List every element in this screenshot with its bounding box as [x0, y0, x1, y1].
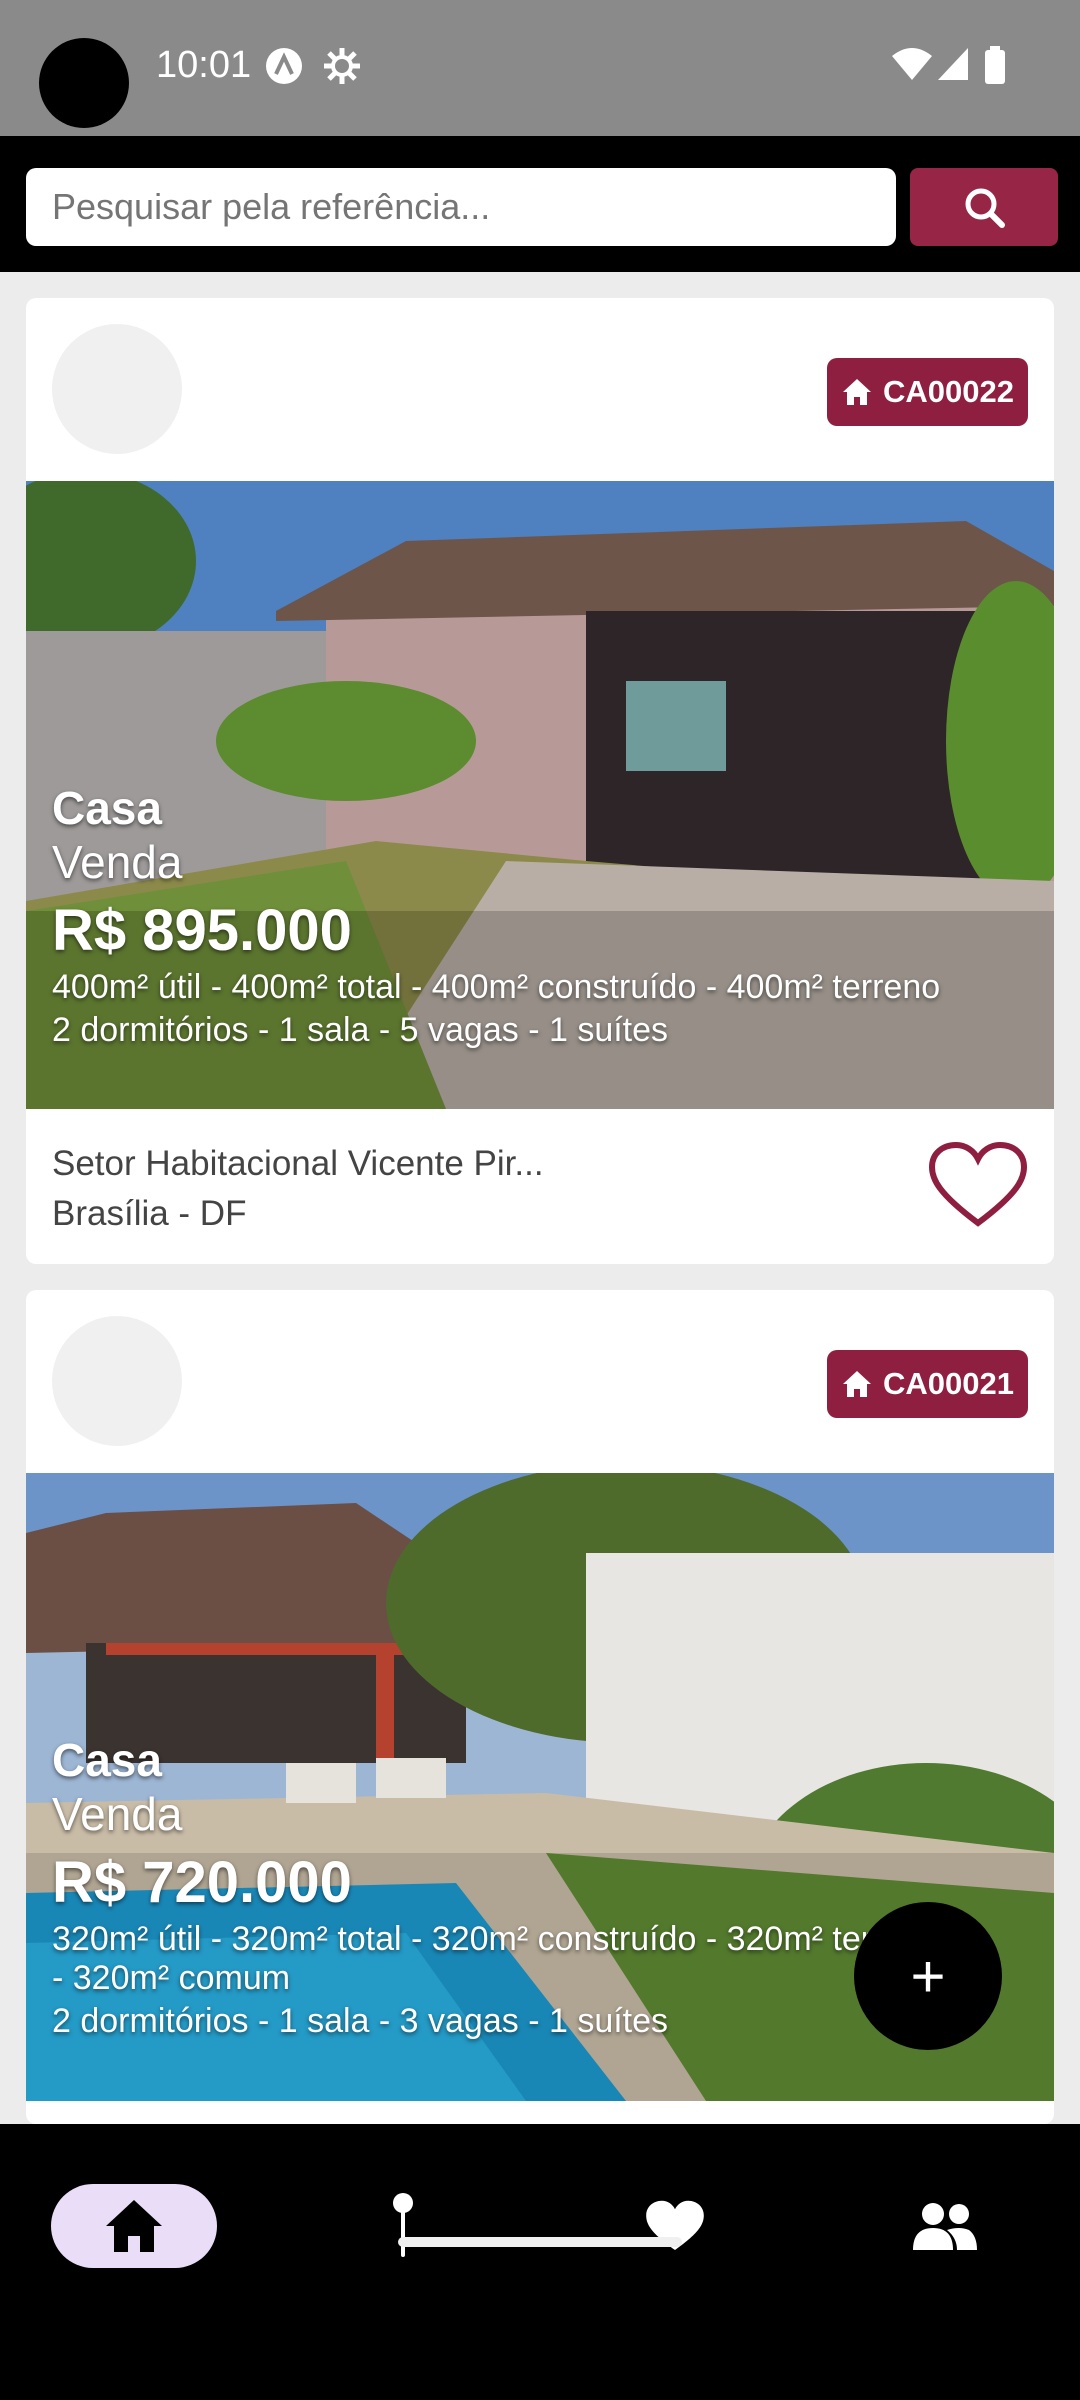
deal-type: Venda — [52, 1788, 183, 1840]
reference-badge: CA00021 — [827, 1350, 1028, 1418]
agency-avatar — [52, 324, 182, 454]
listing-info-overlay: Casa Venda R$ 720.000 320m² útil - 320m²… — [52, 1733, 940, 2041]
listing-photo[interactable]: Casa Venda R$ 895.000 400m² útil - 400m²… — [26, 481, 1054, 1109]
app-notification-icon — [266, 48, 302, 84]
area-details-continued: - 320m² comum — [52, 1959, 291, 1997]
listing-feed[interactable]: CA00022 Casa Venda R$ 895.000 400m² útil… — [0, 272, 1080, 2124]
home-icon — [843, 1371, 872, 1397]
people-icon — [913, 2203, 977, 2250]
favorite-heart-icon[interactable] — [928, 1141, 1028, 1229]
camera-cutout — [39, 38, 129, 128]
address-city: Brasília - DF — [52, 1194, 247, 1233]
deal-type: Venda — [52, 836, 183, 888]
wifi-icon — [892, 48, 932, 80]
battery-icon — [985, 46, 1005, 84]
property-type: Casa — [52, 1734, 162, 1786]
reference-badge: CA00022 — [827, 358, 1028, 426]
nav-item-users[interactable] — [862, 2184, 1028, 2268]
signal-icon — [938, 48, 968, 80]
add-button[interactable]: + — [854, 1902, 1002, 2050]
card-footer: Setor Habitacional Vicente Pir... Brasíl… — [26, 1109, 1054, 1264]
card-header: CA00021 — [26, 1290, 1054, 1473]
address-street: Setor Habitacional Vicente Pir... — [52, 1144, 544, 1183]
search-input[interactable] — [26, 168, 896, 246]
map-pin-icon — [393, 2193, 413, 2257]
status-time: 10:01 — [156, 44, 252, 86]
property-type: Casa — [52, 782, 162, 834]
home-indicator[interactable] — [398, 2237, 682, 2247]
card-header: CA00022 — [26, 298, 1054, 481]
add-label: + — [910, 1942, 946, 2010]
status-bar: 10:01 — [0, 0, 1080, 136]
price: R$ 895.000 — [52, 898, 352, 963]
bottom-navigation — [0, 2124, 1080, 2400]
home-icon — [843, 379, 872, 405]
agency-avatar — [52, 1316, 182, 1446]
nav-item-home[interactable] — [51, 2184, 217, 2268]
search-bar — [0, 136, 1080, 272]
area-details: 400m² útil - 400m² total - 400m² constru… — [52, 968, 941, 1006]
price: R$ 720.000 — [52, 1850, 352, 1915]
search-button[interactable] — [910, 168, 1058, 246]
home-icon — [106, 2200, 162, 2252]
settings-gear-icon — [324, 48, 360, 84]
nav-item-favorites[interactable] — [592, 2184, 758, 2268]
listing-info-overlay: Casa Venda R$ 895.000 400m² útil - 400m²… — [52, 781, 940, 1050]
area-details: 320m² útil - 320m² total - 320m² constru… — [52, 1920, 941, 1958]
listing-card[interactable]: CA00022 Casa Venda R$ 895.000 400m² útil… — [26, 298, 1054, 1264]
room-details: 2 dormitórios - 1 sala - 5 vagas - 1 suí… — [52, 1011, 669, 1049]
search-icon — [965, 188, 1005, 228]
address-block: Setor Habitacional Vicente Pir... Brasíl… — [52, 1139, 544, 1239]
nav-item-map[interactable] — [320, 2184, 486, 2268]
reference-code: CA00022 — [883, 374, 1014, 409]
room-details: 2 dormitórios - 1 sala - 3 vagas - 1 suí… — [52, 2002, 669, 2040]
reference-code: CA00021 — [883, 1366, 1014, 1401]
